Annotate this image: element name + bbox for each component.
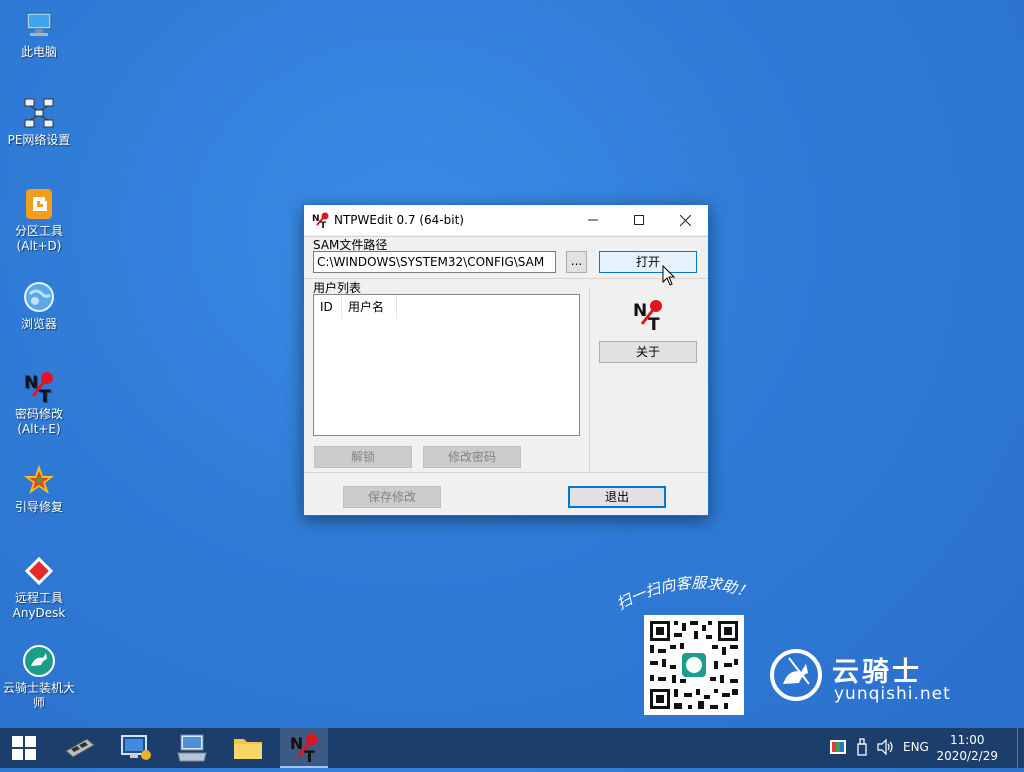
exit-button[interactable]: 退出 bbox=[568, 486, 666, 508]
title-bar[interactable]: N T NTPWEdit 0.7 (64-bit) bbox=[304, 205, 708, 235]
qr-code-image bbox=[644, 615, 744, 715]
maximize-button[interactable] bbox=[616, 205, 662, 235]
desktop-icon-label: 浏览器 bbox=[20, 317, 57, 331]
clock-date: 2020/2/29 bbox=[936, 749, 998, 763]
desktop-icon-label: 远程工具 AnyDesk bbox=[12, 591, 66, 620]
desktop-icon-yunqishi[interactable]: 云骑士装机大 师 bbox=[0, 644, 78, 711]
partition-tool-icon bbox=[26, 189, 52, 219]
ntpwedit-logo-icon: N T bbox=[633, 300, 662, 332]
boot-repair-icon bbox=[24, 465, 54, 494]
svg-text:N: N bbox=[290, 734, 303, 753]
network-icon bbox=[24, 98, 54, 128]
separator bbox=[589, 287, 590, 472]
desktop-icon-browser[interactable]: 浏览器 bbox=[0, 280, 78, 332]
desktop-icon-label: 引导修复 bbox=[14, 500, 63, 514]
unlock-button[interactable]: 解锁 bbox=[314, 446, 412, 468]
promo-scan-text: 扫一扫向客服求助！ bbox=[614, 574, 755, 614]
svg-text:T: T bbox=[39, 387, 51, 404]
desktop-icon-label: 分区工具 (Alt+D) bbox=[14, 224, 63, 253]
ntpwedit-icon: N T bbox=[290, 733, 318, 766]
windows-logo-icon bbox=[12, 736, 36, 760]
desktop-icon-password-edit[interactable]: N T 密码修改 (Alt+E) bbox=[0, 370, 78, 437]
taskbar-remote-desktop[interactable] bbox=[168, 728, 216, 768]
mouse-cursor-icon bbox=[662, 265, 676, 286]
keyboard-monitor-icon bbox=[177, 734, 207, 762]
anydesk-icon bbox=[24, 556, 54, 586]
svg-text:T: T bbox=[648, 315, 660, 332]
taskbar-clock[interactable]: 11:00 2020/2/29 bbox=[936, 732, 998, 764]
desktop-icon-pe-network[interactable]: PE网络设置 bbox=[0, 96, 78, 148]
folder-icon bbox=[234, 739, 262, 759]
browse-button[interactable]: ... bbox=[566, 251, 587, 273]
desktop-icon-label: 密码修改 (Alt+E) bbox=[14, 407, 63, 436]
memory-chip-icon bbox=[65, 738, 95, 758]
computer-icon bbox=[26, 12, 52, 36]
brand-logo-icon bbox=[770, 649, 822, 701]
ntpwedit-window[interactable]: N T NTPWEdit 0.7 (64-bit) SAM文件路径 C:\WIN… bbox=[303, 204, 709, 516]
maximize-icon bbox=[634, 215, 644, 225]
svg-text:T: T bbox=[320, 221, 327, 228]
svg-text:T: T bbox=[304, 747, 315, 764]
display-tray-icon[interactable] bbox=[830, 740, 846, 754]
volume-icon[interactable] bbox=[877, 739, 895, 755]
start-button[interactable] bbox=[0, 728, 48, 768]
desktop-icon-boot-repair[interactable]: 引导修复 bbox=[0, 463, 78, 515]
desktop-icon-label: PE网络设置 bbox=[7, 133, 71, 147]
desktop-icon-label: 此电脑 bbox=[20, 45, 57, 59]
desktop-icon-anydesk[interactable]: 远程工具 AnyDesk bbox=[0, 554, 78, 621]
minimize-icon bbox=[588, 219, 598, 221]
ntpwedit-icon: N T bbox=[24, 372, 53, 404]
input-language-indicator[interactable]: ENG bbox=[903, 740, 929, 754]
desktop-icon-this-pc[interactable]: 此电脑 bbox=[0, 8, 78, 60]
column-header-username[interactable]: 用户名 bbox=[342, 295, 397, 319]
open-button[interactable]: 打开 bbox=[599, 251, 697, 273]
column-header-id[interactable]: ID bbox=[314, 295, 342, 319]
change-password-button[interactable]: 修改密码 bbox=[423, 446, 521, 468]
show-desktop-button[interactable] bbox=[1017, 728, 1024, 768]
window-title: NTPWEdit 0.7 (64-bit) bbox=[334, 213, 464, 227]
save-changes-button[interactable]: 保存修改 bbox=[343, 486, 441, 508]
close-button[interactable] bbox=[662, 205, 708, 235]
taskbar: N T ENG 11:00 2020/2/29 bbox=[0, 728, 1024, 768]
taskbar-file-explorer[interactable] bbox=[224, 728, 272, 768]
monitor-tool-icon bbox=[121, 735, 151, 760]
desktop-icon-partition-tool[interactable]: 分区工具 (Alt+D) bbox=[0, 187, 78, 254]
user-list[interactable]: ID 用户名 bbox=[313, 294, 580, 436]
clock-time: 11:00 bbox=[949, 733, 985, 747]
usb-tray-icon[interactable] bbox=[857, 738, 867, 756]
svg-text:扫一扫向客服求助！: 扫一扫向客服求助！ bbox=[614, 574, 755, 614]
ntpwedit-icon: N T bbox=[312, 212, 329, 228]
separator bbox=[304, 278, 708, 279]
separator bbox=[304, 472, 708, 473]
minimize-button[interactable] bbox=[570, 205, 616, 235]
promo-scan-textpath: 扫一扫向客服求助！ bbox=[614, 574, 755, 614]
taskbar-memory-tool[interactable] bbox=[56, 728, 104, 768]
taskbar-ntpwedit[interactable]: N T bbox=[280, 728, 328, 768]
yunqishi-icon bbox=[23, 645, 55, 677]
brand-url: yunqishi.net bbox=[834, 684, 951, 704]
browser-icon bbox=[24, 282, 54, 312]
about-button[interactable]: 关于 bbox=[599, 341, 697, 363]
close-icon bbox=[679, 214, 691, 227]
taskbar-system-tool[interactable] bbox=[112, 728, 160, 768]
sam-path-input[interactable]: C:\WINDOWS\SYSTEM32\CONFIG\SAM bbox=[313, 251, 556, 273]
desktop-icon-label: 云骑士装机大 师 bbox=[2, 681, 75, 710]
